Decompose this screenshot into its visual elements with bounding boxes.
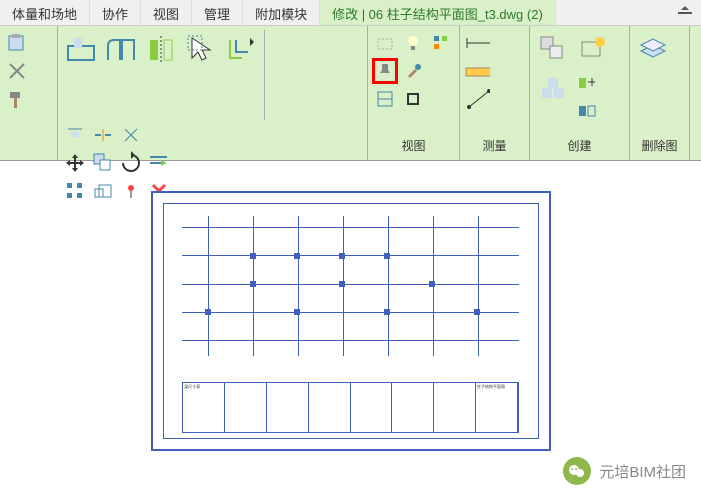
create-similar-icon[interactable] <box>574 30 612 68</box>
offset-icon[interactable] <box>222 30 260 68</box>
mirror-icon[interactable] <box>142 30 180 68</box>
tab-mass-site[interactable]: 体量和场地 <box>0 0 90 25</box>
bulb-icon[interactable] <box>400 30 426 56</box>
watermark-text: 元培BIM社团 <box>599 461 686 482</box>
title-cell: 柱子结构平面图 <box>476 383 518 432</box>
wechat-icon <box>563 457 591 485</box>
view-range-icon[interactable] <box>372 86 398 112</box>
panel-modify: 修改 <box>58 26 368 160</box>
panel-delete: 删除图 <box>630 26 690 160</box>
hide-icon[interactable] <box>372 30 398 56</box>
cut-profile-icon[interactable] <box>62 30 100 68</box>
pin-icon[interactable] <box>118 178 144 204</box>
hammer-icon[interactable] <box>4 86 30 112</box>
panel-create-label: 创建 <box>534 135 625 156</box>
paste-icon[interactable] <box>4 30 30 56</box>
drawing-border: 梁尺寸表 柱子结构平面图 <box>163 203 539 439</box>
rotate-icon[interactable] <box>118 150 144 176</box>
measure-icon[interactable] <box>464 86 490 112</box>
panel-view: 锁 视图 <box>368 26 460 160</box>
type-icon[interactable] <box>574 98 600 124</box>
scale-icon[interactable] <box>90 178 116 204</box>
array-icon[interactable] <box>62 178 88 204</box>
crop-icon[interactable] <box>400 86 426 112</box>
select-arrow-icon[interactable] <box>182 30 220 68</box>
panel-label <box>4 152 53 156</box>
join-icon[interactable] <box>102 30 140 68</box>
panel-clipboard <box>0 26 58 160</box>
schedule-cell: 梁尺寸表 <box>183 383 225 432</box>
tab-modify-active[interactable]: 修改 | 06 柱子结构平面图_t3.dwg (2) <box>320 0 556 25</box>
pin-highlighted-icon[interactable] <box>372 58 398 84</box>
panel-delete-label: 删除图 <box>634 135 685 156</box>
tab-addins[interactable]: 附加模块 <box>243 0 320 25</box>
delete-layers-icon[interactable] <box>634 30 672 68</box>
panel-measure-label: 测量 <box>464 135 525 156</box>
dimension-icon[interactable] <box>464 30 490 56</box>
panel-view-label: 视图 <box>372 135 455 156</box>
split-icon[interactable] <box>90 122 116 148</box>
ribbon-minimize-icon[interactable] <box>669 0 701 25</box>
ruler-icon[interactable] <box>464 58 490 84</box>
cad-drawing-frame: 梁尺寸表 柱子结构平面图 <box>151 191 551 451</box>
watermark: 元培BIM社团 <box>563 457 686 485</box>
ribbon: 修改 锁 视图 <box>0 26 701 161</box>
assembly-icon[interactable] <box>534 70 572 108</box>
filter-icon[interactable] <box>428 30 454 56</box>
titleblock: 梁尺寸表 柱子结构平面图 <box>182 382 519 433</box>
align-icon[interactable] <box>62 122 88 148</box>
match-icon[interactable] <box>4 58 30 84</box>
ribbon-tabs: 体量和场地 协作 视图 管理 附加模块 修改 | 06 柱子结构平面图_t3.d… <box>0 0 701 26</box>
create-group-icon[interactable] <box>534 30 572 68</box>
family-icon[interactable] <box>574 70 600 96</box>
copy-icon[interactable] <box>90 150 116 176</box>
tab-view[interactable]: 视图 <box>141 0 192 25</box>
trim-icon[interactable] <box>118 122 144 148</box>
tab-collaborate[interactable]: 协作 <box>90 0 141 25</box>
paint-icon[interactable] <box>400 58 426 84</box>
extend-icon[interactable] <box>146 150 172 176</box>
panel-create: 创建 <box>530 26 630 160</box>
panel-measure: 测量 <box>460 26 530 160</box>
tab-manage[interactable]: 管理 <box>192 0 243 25</box>
move-icon[interactable] <box>62 150 88 176</box>
